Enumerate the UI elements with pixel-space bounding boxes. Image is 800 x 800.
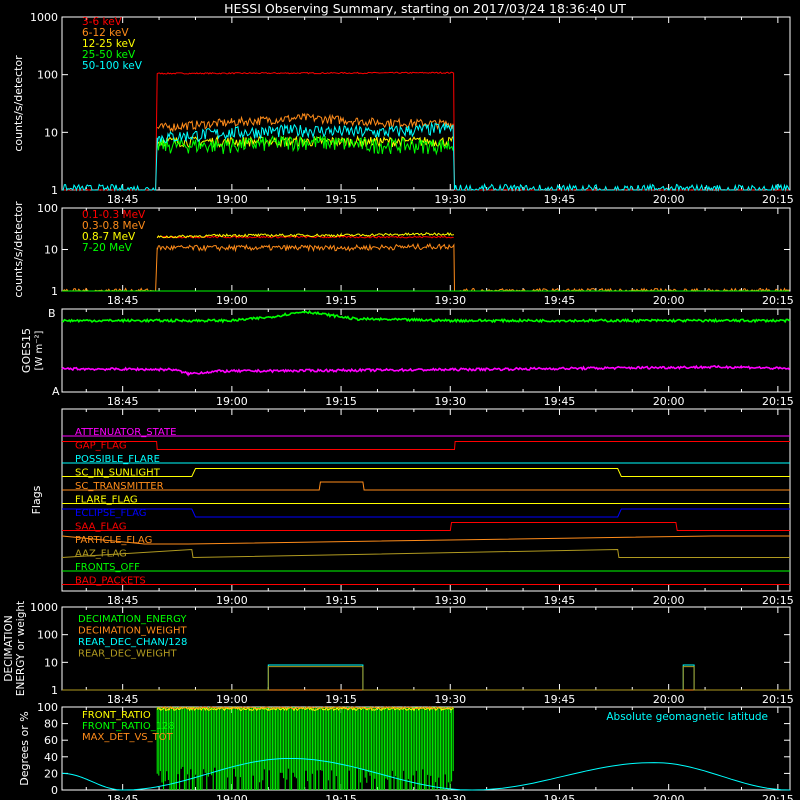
ratios-xtick-label: 19:00 — [216, 793, 248, 800]
ratios-ytick-label: 60 — [44, 734, 58, 747]
lightcurves-ytick-label: 10 — [44, 126, 58, 139]
decimation-legend-entry: DECIMATION_WEIGHT — [78, 626, 187, 637]
ratios-xtick-label: 18:45 — [107, 793, 139, 800]
lightcurves-ylabel: counts/s/detector — [12, 55, 25, 152]
lightcurves-ytick-label: 1000 — [30, 11, 58, 24]
lightcurves_high-xtick-label: 19:45 — [544, 294, 576, 307]
ratios-xtick-label: 19:45 — [544, 793, 576, 800]
flag-label: BAD_PACKETS — [75, 576, 146, 587]
lightcurves-xtick-label: 19:15 — [325, 193, 357, 206]
decimation-ytick-label: 1000 — [30, 601, 58, 614]
lightcurves-xtick-label: 19:30 — [434, 193, 466, 206]
decimation-xtick-label: 20:15 — [762, 693, 794, 706]
ratios-ytick-label: 20 — [44, 767, 58, 780]
ratios-legend-entry: MAX_DET_VS_TOT — [82, 732, 174, 743]
lightcurves_high-ytick-label: 10 — [44, 244, 58, 257]
goes-xtick-label: 20:15 — [762, 395, 794, 408]
lightcurves_high-ytick-label: 100 — [37, 202, 58, 215]
lightcurves-xtick-label: 18:45 — [107, 193, 139, 206]
lightcurves_high-xtick-label: 20:00 — [653, 294, 685, 307]
goes-xtick-label: 19:30 — [434, 395, 466, 408]
goes-xtick-label: 19:45 — [544, 395, 576, 408]
lightcurves-high-ylabel: counts/s/detector — [12, 201, 25, 298]
ratios-annotation: Absolute geomagnetic latitude — [606, 711, 768, 723]
flags-xtick-label: 18:45 — [107, 594, 139, 607]
flag-label: ATTENUATOR_STATE — [75, 427, 176, 438]
goes-ytick-label: B — [48, 307, 56, 320]
decimation-xtick-label: 19:00 — [216, 693, 248, 706]
flag-label: ECLIPSE_FLAG — [75, 508, 146, 519]
decimation-legend-entry: REAR_DEC_CHAN/128 — [78, 637, 187, 648]
decimation-ylabel: DECIMATION — [3, 615, 15, 681]
flags-xtick-label: 20:00 — [653, 594, 685, 607]
flag-label: SC_TRANSMITTER — [75, 481, 164, 492]
lightcurves-xtick-label: 19:00 — [216, 193, 248, 206]
flags-xtick-label: 19:00 — [216, 594, 248, 607]
decimation-legend-entry: REAR_DEC_WEIGHT — [78, 649, 177, 660]
lightcurves_high-ytick-label: 1 — [51, 285, 58, 298]
figure-title: HESSI Observing Summary, starting on 201… — [224, 1, 626, 16]
flag-label: POSSIBLE_FLARE — [75, 454, 160, 465]
flags-xtick-label: 19:45 — [544, 594, 576, 607]
ratios-legend-entry: FRONT_RATIO_128 — [82, 721, 175, 732]
decimation-ytick-label: 1 — [51, 684, 58, 697]
lightcurves-high-legend-entry: 7-20 MeV — [82, 242, 133, 254]
decimation-xtick-label: 19:45 — [544, 693, 576, 706]
lightcurves_high-xtick-label: 19:15 — [325, 294, 357, 307]
flag-label: SC_IN_SUNLIGHT — [75, 468, 161, 479]
decimation-ylabel2: ENERGY or weight — [15, 601, 27, 696]
lightcurves-xtick-label: 19:45 — [544, 193, 576, 206]
lightcurves-ytick-label: 100 — [37, 69, 58, 82]
lightcurves_high-xtick-label: 20:15 — [762, 294, 794, 307]
decimation-ytick-label: 10 — [44, 656, 58, 669]
goes-xtick-label: 20:00 — [653, 395, 685, 408]
lightcurves-legend-entry: 50-100 keV — [82, 60, 143, 72]
lightcurves-xtick-label: 20:15 — [762, 193, 794, 206]
flag-label: GAP_FLAG — [75, 441, 127, 452]
flag-label: AAZ_FLAG — [75, 549, 127, 560]
ratios-ytick-label: 80 — [44, 718, 58, 731]
decimation-xtick-label: 20:00 — [653, 693, 685, 706]
lightcurves-ytick-label: 1 — [51, 184, 58, 197]
lightcurves_high-xtick-label: 18:45 — [107, 294, 139, 307]
lightcurves_high-xtick-label: 19:30 — [434, 294, 466, 307]
lightcurves_high-xtick-label: 19:00 — [216, 294, 248, 307]
flag-label: SAA_FLAG — [75, 522, 126, 533]
hessi-summary-figure: HESSI Observing Summary, starting on 201… — [0, 0, 800, 800]
flags-xtick-label: 20:15 — [762, 594, 794, 607]
decimation-ytick-label: 100 — [37, 629, 58, 642]
ratios-ytick-label: 40 — [44, 751, 58, 764]
ratios-ylabel: Degrees or % — [18, 711, 31, 785]
ratios-xtick-label: 19:30 — [434, 793, 466, 800]
flag-label: FRONTS_OFF — [75, 562, 140, 573]
decimation-xtick-label: 19:15 — [325, 693, 357, 706]
goes-ytick-label: A — [52, 385, 60, 398]
ratios-ytick-label: 100 — [37, 701, 58, 714]
flags-xtick-label: 19:30 — [434, 594, 466, 607]
flags-ylabel: Flags — [30, 485, 43, 514]
goes-xtick-label: 19:00 — [216, 395, 248, 408]
flags-xtick-label: 19:15 — [325, 594, 357, 607]
goes-ylabel: GOES15 — [20, 328, 33, 373]
flag-label: FLARE_FLAG — [75, 495, 138, 506]
goes-xtick-label: 18:45 — [107, 395, 139, 408]
ratios-xtick-label: 19:15 — [325, 793, 357, 800]
ratios-xtick-label: 20:15 — [762, 793, 794, 800]
ratios-xtick-label: 20:00 — [653, 793, 685, 800]
decimation-xtick-label: 19:30 — [434, 693, 466, 706]
lightcurves-xtick-label: 20:00 — [653, 193, 685, 206]
goes-ylabel-units: [W m⁻²] — [34, 330, 45, 370]
ratios-ytick-label: 0 — [51, 784, 58, 797]
ratios-legend-entry: FRONT_RATIO — [82, 710, 151, 721]
decimation-legend-entry: DECIMATION_ENERGY — [78, 614, 187, 625]
goes-xtick-label: 19:15 — [325, 395, 357, 408]
decimation-xtick-label: 18:45 — [107, 693, 139, 706]
flag-label: PARTICLE_FLAG — [75, 535, 152, 546]
